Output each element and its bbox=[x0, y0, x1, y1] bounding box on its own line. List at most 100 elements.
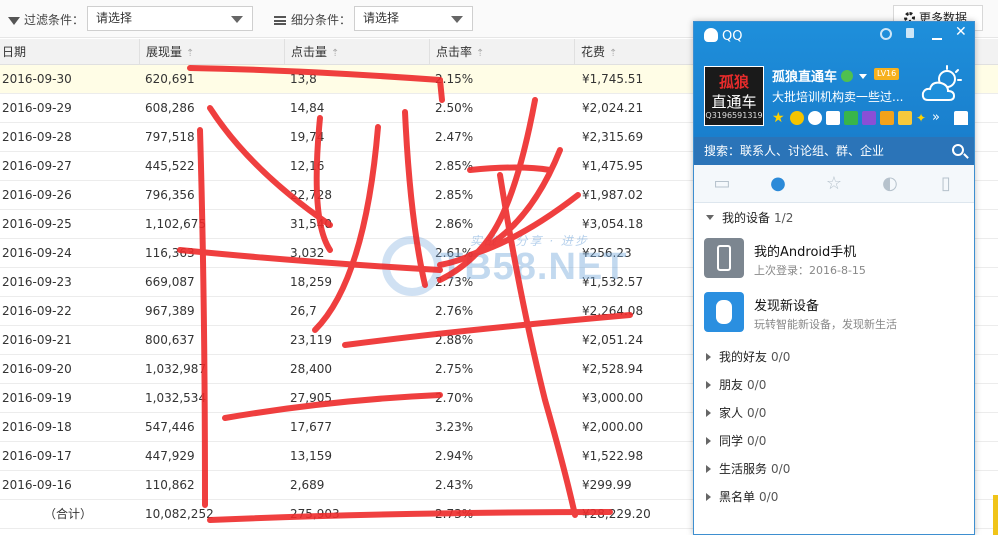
cost-cell: ¥3,054.18 bbox=[582, 217, 644, 231]
manager-icon[interactable] bbox=[974, 111, 975, 125]
header-impressions[interactable]: 展现量 ⇡ bbox=[139, 39, 284, 65]
header-clicks[interactable]: 点击量 ⇡ bbox=[284, 39, 429, 65]
ctr-cell: 2.75% bbox=[435, 362, 474, 376]
contact-group[interactable]: 家人 0/0 bbox=[694, 399, 974, 427]
side-tab[interactable] bbox=[993, 495, 998, 535]
ctr-cell: 3.23% bbox=[435, 420, 474, 434]
date-cell: 2016-09-28 bbox=[2, 130, 72, 144]
message-icon: ▭ bbox=[713, 173, 731, 194]
group-icon: ◐ bbox=[882, 173, 898, 194]
device-discover[interactable]: 发现新设备 玩转智能新设备，发现新生活 bbox=[694, 285, 974, 339]
group-label: 生活服务 bbox=[719, 462, 768, 476]
medal-icon[interactable] bbox=[880, 28, 892, 40]
ctr-cell: 2.70% bbox=[435, 391, 474, 405]
contact-search-input[interactable]: 搜索：联系人、讨论组、群、企业 bbox=[694, 137, 974, 165]
clicks-cell: 18,259 bbox=[290, 275, 332, 289]
date-cell: 2016-09-23 bbox=[2, 275, 72, 289]
impressions-cell: 1,032,987 bbox=[145, 362, 207, 376]
date-cell: （合计） bbox=[44, 507, 93, 521]
tab-contacts[interactable]: ● bbox=[750, 165, 806, 203]
chevron-down-icon bbox=[451, 16, 463, 23]
clicks-cell: 22,728 bbox=[290, 188, 332, 202]
tab-groups[interactable]: ◐ bbox=[862, 165, 918, 203]
clicks-cell: 2,689 bbox=[290, 478, 325, 492]
pin-icon[interactable] bbox=[906, 28, 914, 38]
impressions-cell: 447,929 bbox=[145, 449, 195, 463]
search-placeholder: 搜索：联系人、讨论组、群、企业 bbox=[704, 144, 885, 158]
phone-icon: ▯ bbox=[941, 173, 951, 194]
nickname[interactable]: 孤狼直通车 bbox=[772, 66, 868, 85]
header-ctr[interactable]: 点击率 ⇡ bbox=[429, 39, 574, 65]
browser-icon[interactable] bbox=[808, 111, 822, 125]
minimize-icon[interactable] bbox=[932, 38, 942, 40]
clicks-cell: 19,74 bbox=[290, 130, 325, 144]
date-cell: 2016-09-18 bbox=[2, 420, 72, 434]
tab-favorites[interactable]: ☆ bbox=[806, 165, 862, 203]
subdivide-select[interactable]: 请选择 bbox=[354, 6, 473, 31]
ctr-cell: 2.15% bbox=[435, 72, 474, 86]
qzone-icon[interactable] bbox=[790, 111, 804, 125]
app-store-icon[interactable] bbox=[862, 111, 876, 125]
cost-cell: ¥2,528.94 bbox=[582, 362, 644, 376]
device-last-login: 上次登录：2016-8-15 bbox=[754, 264, 866, 277]
more-apps-icon[interactable]: » bbox=[932, 111, 946, 125]
contact-group[interactable]: 黑名单 0/0 bbox=[694, 483, 974, 511]
contact-group[interactable]: 同学 0/0 bbox=[694, 427, 974, 455]
mail-icon[interactable] bbox=[826, 111, 840, 125]
impressions-cell: 608,286 bbox=[145, 101, 195, 115]
clicks-cell: 13,159 bbox=[290, 449, 332, 463]
tab-devices[interactable]: ▯ bbox=[918, 165, 974, 203]
qq-title: QQ bbox=[704, 28, 742, 44]
avatar[interactable]: 孤狼 直通车 Q3196591319 bbox=[704, 66, 764, 126]
star-app-icon[interactable]: ★ bbox=[772, 111, 786, 125]
group-count: 0/0 bbox=[759, 490, 779, 504]
ctr-cell: 2.43% bbox=[435, 478, 474, 492]
chevron-right-icon bbox=[706, 409, 711, 417]
gift-icon[interactable] bbox=[898, 111, 912, 125]
impressions-cell: 800,637 bbox=[145, 333, 195, 347]
impressions-cell: 547,446 bbox=[145, 420, 195, 434]
cost-cell: ¥1,522.98 bbox=[582, 449, 644, 463]
level-badge: LV16 bbox=[874, 68, 900, 80]
music-icon[interactable] bbox=[880, 111, 894, 125]
wallet-icon[interactable] bbox=[844, 111, 858, 125]
ctr-cell: 2.73% bbox=[435, 507, 474, 521]
date-cell: 2016-09-26 bbox=[2, 188, 72, 202]
filter-select[interactable]: 请选择 bbox=[87, 6, 253, 31]
device-android[interactable]: 我的Android手机 上次登录：2016-8-15 bbox=[694, 231, 974, 285]
filter-label: 过滤条件： bbox=[8, 11, 84, 28]
clicks-cell: 26,7 bbox=[290, 304, 317, 318]
cost-cell: ¥2,051.24 bbox=[582, 333, 644, 347]
contact-group[interactable]: 生活服务 0/0 bbox=[694, 455, 974, 483]
contact-group[interactable]: 朋友 0/0 bbox=[694, 371, 974, 399]
filter-icon bbox=[8, 17, 20, 25]
impressions-cell: 797,518 bbox=[145, 130, 195, 144]
ctr-cell: 2.85% bbox=[435, 188, 474, 202]
subdivide-select-value: 请选择 bbox=[363, 11, 400, 25]
header-date[interactable]: 日期 bbox=[0, 39, 139, 65]
tab-messages[interactable]: ▭ bbox=[694, 165, 750, 203]
group-label: 我的好友 bbox=[719, 350, 768, 364]
game-icon[interactable]: ✦ bbox=[916, 111, 930, 125]
close-icon[interactable]: ✕ bbox=[955, 24, 967, 40]
weather-icon[interactable] bbox=[920, 64, 962, 106]
signature[interactable]: 大批培训机构卖一些过... bbox=[772, 88, 907, 105]
chevron-right-icon bbox=[706, 353, 711, 361]
clicks-cell: 27,905 bbox=[290, 391, 332, 405]
impressions-cell: 1,032,534 bbox=[145, 391, 207, 405]
list-icon bbox=[274, 16, 286, 25]
clicks-cell: 14,84 bbox=[290, 101, 325, 115]
filter-select-value: 请选择 bbox=[96, 11, 133, 25]
ctr-cell: 2.85% bbox=[435, 159, 474, 173]
watermark-text: TB58.NET bbox=[440, 246, 628, 288]
clicks-cell: 28,400 bbox=[290, 362, 332, 376]
home-icon[interactable] bbox=[954, 111, 968, 125]
search-icon[interactable] bbox=[952, 144, 964, 156]
contact-group[interactable]: 我的好友 0/0 bbox=[694, 343, 974, 371]
cost-cell: ¥1,475.95 bbox=[582, 159, 644, 173]
status-chevron-icon[interactable] bbox=[859, 74, 868, 79]
header-cost[interactable]: 花费 ⇡ bbox=[574, 39, 704, 65]
sort-icon: ⇡ bbox=[609, 48, 618, 59]
group-my-devices[interactable]: 我的设备 1/2 bbox=[694, 204, 974, 232]
ctr-cell: 2.94% bbox=[435, 449, 474, 463]
